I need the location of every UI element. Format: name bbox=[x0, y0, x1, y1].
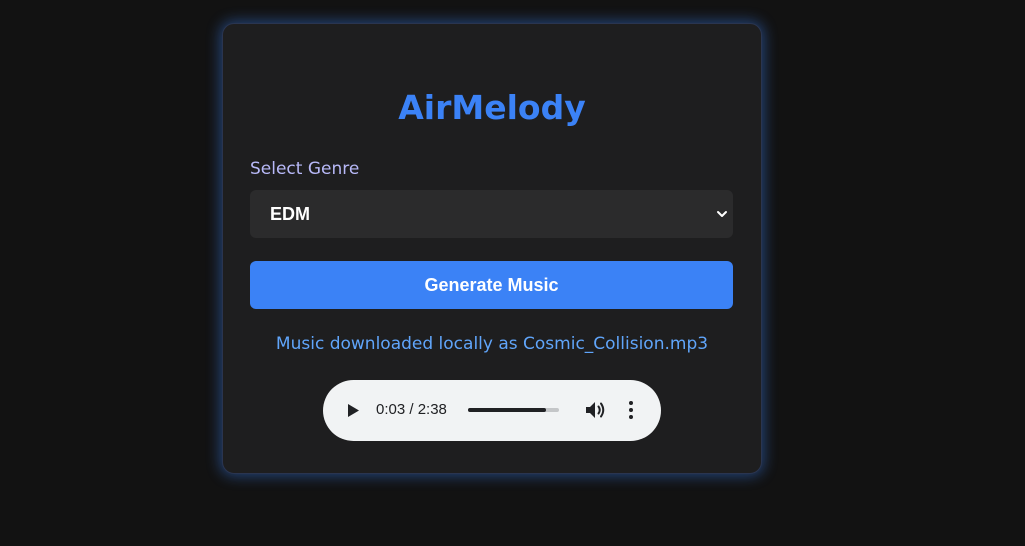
time-display: 0:03 / 2:38 bbox=[376, 401, 447, 418]
progress-fill bbox=[468, 408, 547, 412]
genre-select[interactable]: EDM bbox=[250, 190, 733, 238]
status-message: Music downloaded locally as Cosmic_Colli… bbox=[275, 334, 709, 354]
play-icon[interactable] bbox=[346, 403, 360, 418]
genre-select-value: EDM bbox=[270, 204, 310, 224]
volume-icon[interactable] bbox=[585, 400, 607, 420]
chevron-down-icon bbox=[717, 211, 727, 217]
audio-player: 0:03 / 2:38 bbox=[323, 380, 661, 441]
app-title: AirMelody bbox=[398, 88, 586, 127]
generator-card: AirMelody Select Genre EDM Generate Musi… bbox=[222, 23, 762, 474]
progress-slider[interactable] bbox=[468, 408, 559, 412]
genre-label: Select Genre bbox=[250, 159, 360, 179]
generate-music-button[interactable]: Generate Music bbox=[250, 261, 733, 309]
more-options-icon[interactable] bbox=[627, 400, 635, 420]
